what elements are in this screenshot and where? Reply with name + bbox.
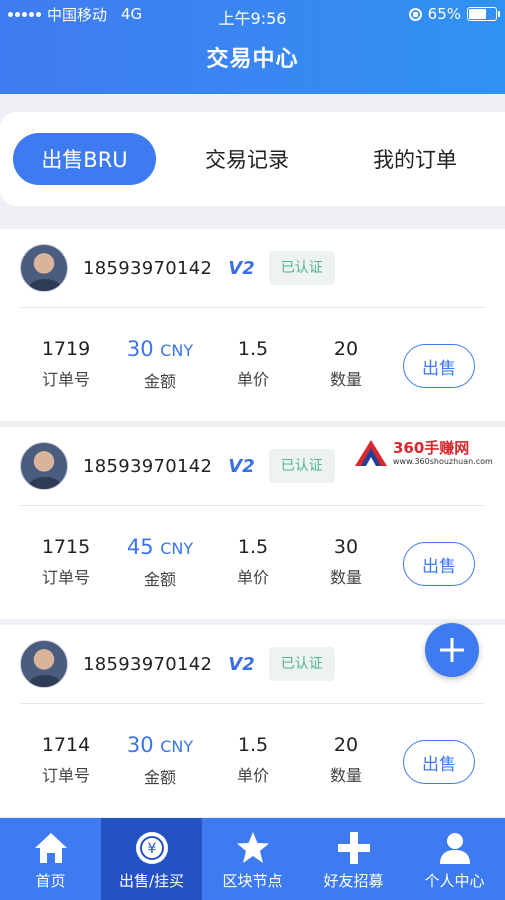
nav-item-profile[interactable]: 个人中心 xyxy=(404,818,505,900)
app-header: 中国移动 4G 上午9:56 65% 交易中心 xyxy=(0,0,505,94)
avatar xyxy=(20,442,68,490)
order-amount: 45 CNY 金额 xyxy=(126,535,194,589)
order-amount: 30 CNY 金额 xyxy=(126,337,194,391)
seller-phone: 18593970142 xyxy=(83,257,213,279)
divider xyxy=(20,703,485,704)
divider xyxy=(20,307,485,308)
unit-price: 1.5 单价 xyxy=(236,536,269,587)
battery-icon xyxy=(467,7,500,21)
user-icon xyxy=(437,830,473,866)
nav-label: 首页 xyxy=(35,872,66,890)
nav-label: 个人中心 xyxy=(424,872,485,890)
order-quantity: 20 数量 xyxy=(329,338,362,389)
plus-icon xyxy=(336,830,372,866)
nav-item-block-nodes[interactable]: 区块节点 xyxy=(202,818,303,900)
divider xyxy=(20,505,485,506)
unit-price: 1.5 单价 xyxy=(236,338,269,389)
nav-item-home[interactable]: 首页 xyxy=(0,818,101,900)
home-icon xyxy=(33,830,69,866)
vip-level-badge: V2 xyxy=(228,653,255,675)
order-number: 1715 订单号 xyxy=(41,536,91,587)
order-card: 18593970142 V2 已认证 1719 订单号 30 CNY 金额 1.5 单… xyxy=(0,229,505,421)
tab-bar: 出售BRU 交易记录 我的订单 xyxy=(0,112,505,206)
order-quantity: 30 数量 xyxy=(329,536,362,587)
status-bar: 中国移动 4G 上午9:56 65% xyxy=(0,0,505,28)
status-time: 上午9:56 xyxy=(218,9,287,28)
unit-price: 1.5 单价 xyxy=(236,734,269,785)
order-number: 1719 订单号 xyxy=(41,338,91,389)
watermark-url: www.360shouzhuan.com xyxy=(393,457,493,466)
seller-phone: 18593970142 xyxy=(83,455,213,477)
svg-text:¥: ¥ xyxy=(147,841,156,857)
nav-label: 好友招募 xyxy=(323,872,384,890)
tab-trade-records[interactable]: 交易记录 xyxy=(205,133,289,185)
avatar xyxy=(20,244,68,292)
verified-badge: 已认证 xyxy=(268,251,335,285)
vip-level-badge: V2 xyxy=(228,455,255,477)
plus-icon xyxy=(440,638,464,662)
seller-phone: 18593970142 xyxy=(83,653,213,675)
watermark-logo-icon xyxy=(355,440,387,466)
yen-coin-icon: ¥ xyxy=(134,830,170,866)
rotation-lock-icon xyxy=(408,7,422,21)
order-quantity: 20 数量 xyxy=(329,734,362,785)
order-amount: 30 CNY 金额 xyxy=(126,733,194,787)
verified-badge: 已认证 xyxy=(268,647,335,681)
star-icon xyxy=(235,830,271,866)
tab-my-orders[interactable]: 我的订单 xyxy=(373,133,457,185)
verified-badge: 已认证 xyxy=(268,449,335,483)
nav-label: 区块节点 xyxy=(222,872,283,890)
page-title: 交易中心 xyxy=(206,47,299,72)
sell-button[interactable]: 出售 xyxy=(403,740,475,784)
nav-item-sell-buy[interactable]: ¥ 出售/挂买 xyxy=(101,818,202,900)
sell-button[interactable]: 出售 xyxy=(403,542,475,586)
nav-item-friend-recruit[interactable]: 好友招募 xyxy=(303,818,404,900)
sell-button[interactable]: 出售 xyxy=(403,344,475,388)
tab-sell-bru[interactable]: 出售BRU xyxy=(13,133,156,185)
watermark-brand: 360手赚网 xyxy=(393,439,470,457)
order-number: 1714 订单号 xyxy=(41,734,91,785)
add-order-button[interactable] xyxy=(425,623,479,677)
nav-label: 出售/挂买 xyxy=(118,872,185,890)
vip-level-badge: V2 xyxy=(228,257,255,279)
watermark: 360手赚网 www.360shouzhuan.com xyxy=(353,434,503,472)
bottom-nav: 首页 ¥ 出售/挂买 区块节点 好友招募 个人中心 xyxy=(0,818,505,900)
avatar xyxy=(20,640,68,688)
